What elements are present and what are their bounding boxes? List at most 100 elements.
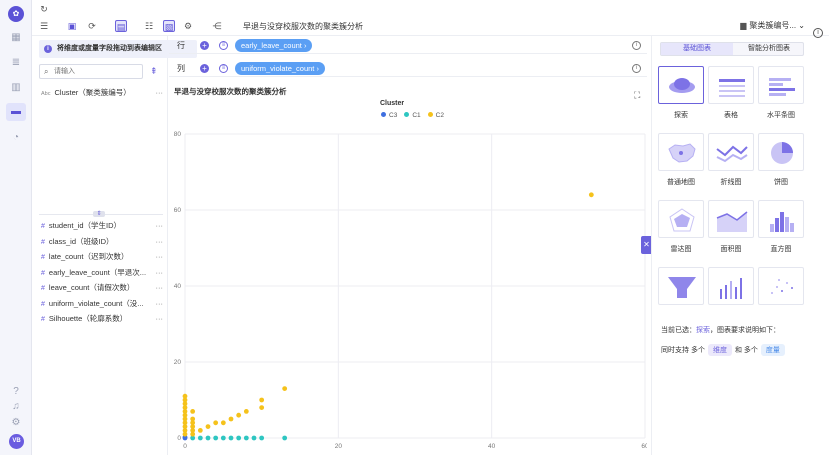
y-tick-label: 20	[174, 359, 182, 366]
tab-smart-charts[interactable]: 智能分析图表	[733, 43, 805, 55]
more-icon[interactable]: ···	[156, 313, 164, 325]
point-c1	[236, 435, 242, 441]
dataset-selector[interactable]: ▆ 聚类簇编号... ⌄	[740, 20, 805, 31]
chart-requirement-text: 当前已选：探索，图表要求说明如下：	[661, 327, 780, 334]
save-icon[interactable]: ▣	[66, 20, 78, 32]
legend-swatch	[381, 112, 386, 117]
chart-icon[interactable]: ▥	[10, 82, 22, 94]
folder-icon[interactable]: ▬	[6, 103, 26, 121]
more-icon[interactable]: ···	[156, 236, 164, 248]
more-icon[interactable]: ···	[156, 282, 164, 294]
outline-icon[interactable]: ☰	[38, 20, 50, 32]
map-chart-icon	[668, 143, 696, 163]
point-c2	[259, 405, 265, 410]
chart-type-tabs: 基础图表 智能分析图表	[660, 42, 804, 56]
column-shelf[interactable]: 列 + ≡ uniform_violate_count › i	[169, 60, 647, 77]
chart-type-explore[interactable]	[658, 66, 704, 104]
more-icon[interactable]: ···	[156, 298, 164, 310]
legend-item-c1[interactable]: C1	[404, 112, 421, 119]
tab-basic-charts[interactable]: 基础图表	[661, 43, 733, 55]
point-c2	[259, 397, 265, 403]
info-icon[interactable]: i	[632, 64, 641, 73]
chart-title: 早退与没穿校服次数的聚类簇分析	[174, 87, 287, 96]
point-c2	[197, 428, 203, 433]
point-c2	[236, 412, 242, 418]
scatter-chart-icon	[771, 279, 793, 294]
fullscreen-icon[interactable]: ⛶	[634, 90, 640, 101]
search-input[interactable]	[54, 66, 140, 77]
measure-tag: 度量	[760, 344, 785, 356]
chart-type-line[interactable]	[708, 133, 754, 171]
chart-type-radar[interactable]	[658, 200, 704, 238]
column-field-pill[interactable]: uniform_violate_count ›	[235, 62, 325, 75]
field-item-early-leave-count[interactable]: # early_leave_count（早退次... ···	[41, 267, 167, 279]
chart-type-scatter[interactable]	[758, 267, 804, 305]
point-c1	[197, 435, 203, 441]
field-item-class-id[interactable]: # class_id（班级ID） ···	[41, 236, 167, 248]
field-item-cluster[interactable]: Abc Cluster（聚类簇编号） ···	[41, 87, 167, 99]
info-icon[interactable]: i	[632, 41, 641, 50]
avatar[interactable]: VB	[9, 434, 24, 449]
chart-name-title[interactable]: 早退与没穿校服次数的聚类簇分析	[243, 21, 363, 32]
row-field-pill[interactable]: early_leave_count ›	[235, 39, 313, 52]
filter-icon[interactable]: ≡	[219, 41, 228, 50]
row-shelf[interactable]: 行 + ≡ early_leave_count › i	[169, 37, 647, 54]
more-icon[interactable]: ···	[156, 220, 164, 232]
point-c1	[205, 435, 211, 441]
panel-splitter-handle[interactable]: ⇕	[93, 211, 105, 217]
chart-type-map[interactable]	[658, 133, 704, 171]
more-icon[interactable]: ···	[156, 267, 164, 279]
more-icon[interactable]: ···	[156, 251, 164, 263]
dashboard-icon[interactable]: ▦	[10, 32, 22, 44]
share-icon[interactable]: ⋲	[211, 20, 223, 32]
point-c2	[228, 416, 234, 422]
explore-icon[interactable]: ◔	[10, 132, 22, 144]
chart-type-table[interactable]	[708, 66, 754, 104]
x-tick-label: 0	[183, 443, 187, 450]
field-panel: i将维度或度量字段拖动到表编辑区 ⌕ ⇞ AbcCluster（聚类簇编号）··…	[33, 36, 197, 455]
add-field-icon[interactable]: ⇞	[150, 66, 158, 77]
point-c1	[220, 435, 226, 441]
point-c2	[182, 393, 188, 399]
data-view-icon[interactable]: ▤	[115, 20, 127, 32]
legend-swatch	[404, 112, 410, 117]
add-icon[interactable]: +	[200, 41, 209, 50]
filter-list-icon[interactable]: ☷	[143, 20, 155, 32]
info-icon[interactable]: i	[813, 28, 823, 38]
gear-icon[interactable]: ⚙	[182, 20, 194, 32]
pie-chart-icon	[771, 142, 793, 164]
add-icon[interactable]: +	[200, 64, 209, 73]
settings-icon[interactable]: ⚙	[10, 417, 22, 429]
legend-label: C2	[435, 112, 444, 119]
help-icon[interactable]: ?	[10, 386, 22, 398]
y-tick-label: 60	[174, 207, 182, 214]
column-chart-icon	[720, 278, 742, 299]
point-c2	[213, 420, 219, 426]
database-icon[interactable]: ≣	[10, 57, 22, 69]
chart-type-funnel[interactable]	[658, 267, 704, 305]
field-item-leave-count[interactable]: # leave_count（请假次数） ···	[41, 282, 167, 294]
field-item-late-count[interactable]: # late_count（迟到次数） ···	[41, 251, 167, 263]
field-item-student-id[interactable]: # student_id（学生ID） ···	[41, 220, 167, 232]
refresh-icon[interactable]: ↻	[39, 3, 49, 15]
app-logo-icon[interactable]: ✿	[8, 6, 24, 22]
chart-type-histogram[interactable]	[758, 200, 804, 238]
chart-type-area[interactable]	[708, 200, 754, 238]
more-icon[interactable]: ···	[156, 87, 164, 99]
legend-item-c2[interactable]: C2	[427, 112, 444, 119]
chart-type-horizontal-bar[interactable]	[758, 66, 804, 104]
chart-legend: C3 C1 C2	[381, 112, 451, 119]
chart-type-pie[interactable]	[758, 133, 804, 171]
field-item-silhouette[interactable]: # Silhouette（轮廓系数） ···	[41, 313, 167, 325]
field-item-uniform-violate-count[interactable]: # uniform_violate_count（没... ···	[41, 298, 167, 310]
filter-icon[interactable]: ≡	[219, 64, 228, 73]
field-search[interactable]: ⌕	[39, 64, 143, 79]
legend-item-c3[interactable]: C3	[381, 112, 397, 119]
bell-icon[interactable]: ♫	[10, 401, 22, 413]
y-tick-label: 80	[174, 131, 182, 138]
layout-icon[interactable]: ▧	[163, 20, 175, 32]
point-c1	[251, 435, 257, 441]
point-c2	[190, 409, 196, 414]
chart-type-column[interactable]	[708, 267, 754, 305]
sync-icon[interactable]: ⟳	[86, 20, 98, 32]
